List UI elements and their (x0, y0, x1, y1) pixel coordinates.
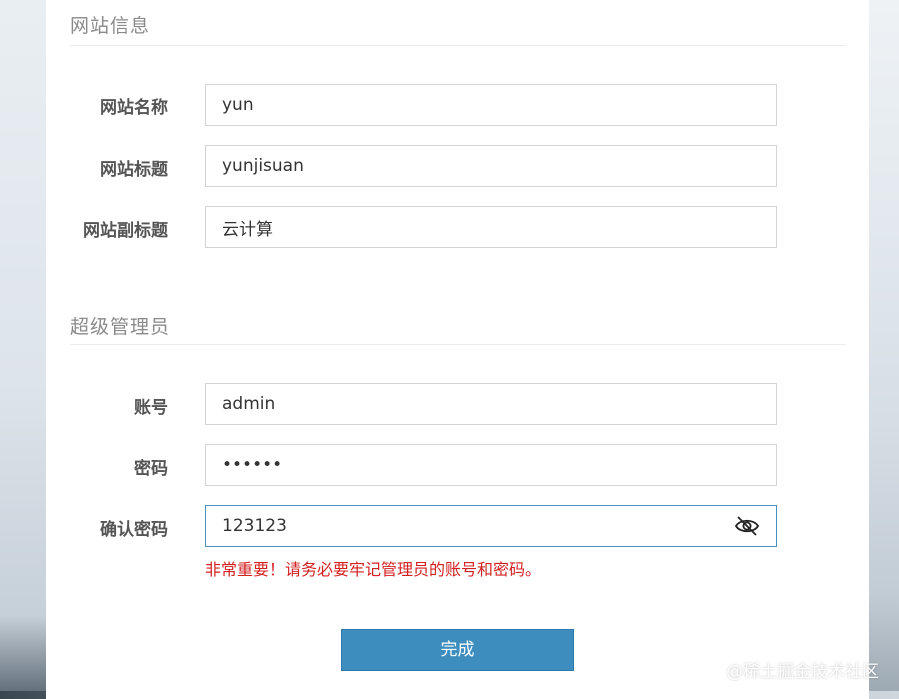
admin-divider (70, 344, 846, 345)
site-subtitle-field[interactable] (205, 206, 777, 248)
eye-off-icon[interactable] (734, 514, 760, 538)
confirm-password-label: 确认密码 (100, 520, 168, 540)
account-input[interactable] (206, 384, 722, 424)
install-form-card: 网站信息 网站名称 网站标题 网站副标题 超级管理员 账号 密码 确认密码 非常… (46, 0, 869, 699)
submit-button[interactable]: 完成 (341, 629, 574, 671)
confirm-password-input[interactable] (206, 506, 722, 546)
password-input[interactable] (206, 445, 722, 485)
password-field[interactable] (205, 444, 777, 486)
watermark: @稀土掘金技术社区 (726, 662, 879, 682)
warning-message: 非常重要！请务必要牢记管理员的账号和密码。 (205, 560, 542, 579)
site-title-input[interactable] (206, 146, 722, 186)
account-label: 账号 (134, 398, 168, 418)
site-title-label: 网站标题 (100, 160, 168, 180)
site-subtitle-input[interactable] (206, 207, 722, 247)
confirm-password-field[interactable] (205, 505, 777, 547)
site-name-field[interactable] (205, 84, 777, 126)
site-info-section-title: 网站信息 (70, 15, 151, 37)
background-right (869, 0, 899, 699)
site-name-input[interactable] (206, 85, 722, 125)
admin-section-title: 超级管理员 (70, 316, 171, 338)
site-info-divider (70, 45, 846, 46)
site-subtitle-label: 网站副标题 (83, 221, 168, 241)
site-title-field[interactable] (205, 145, 777, 187)
account-field[interactable] (205, 383, 777, 425)
site-name-label: 网站名称 (100, 98, 168, 118)
password-label: 密码 (134, 459, 168, 479)
background-left (0, 0, 46, 699)
